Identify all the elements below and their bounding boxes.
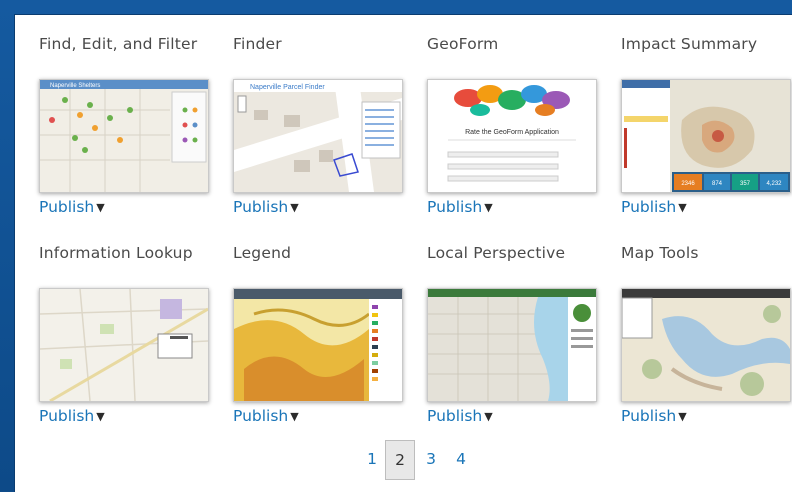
template-thumbnail[interactable] [233,288,403,402]
page-3-link[interactable]: 3 [419,440,443,478]
publish-button[interactable]: Publish ▼ [427,407,493,425]
stat-label: 874 [712,181,723,187]
caret-down-icon: ▼ [96,201,105,214]
shelters-map-thumbnail: Naperville Shelters [40,80,208,192]
template-thumbnail[interactable] [621,288,791,402]
publish-button[interactable]: Publish ▼ [233,198,299,216]
stat-label: 357 [740,181,751,187]
map-tools-trails-thumbnail [622,289,790,401]
publish-button[interactable]: Publish ▼ [39,198,105,216]
geoform-thumbnail: Rate the GeoForm Application [428,80,596,192]
template-title: Map Tools [621,244,699,262]
page-2-current[interactable]: 2 [385,440,415,480]
pagination: 1 2 3 4 [15,440,792,480]
legend-soil-map-thumbnail [234,289,402,401]
information-lookup-map-thumbnail [40,289,208,401]
template-thumbnail[interactable] [427,288,597,402]
template-thumbnail[interactable]: 2346 874 357 4,232 [621,79,791,193]
stat-label: 2346 [681,181,695,187]
page-1-link[interactable]: 1 [360,440,384,478]
app-frame: Find, Edit, and Filter Naperville Shelte… [0,0,792,492]
template-thumbnail[interactable]: Naperville Shelters [39,79,209,193]
template-title: Local Perspective [427,244,566,262]
caret-down-icon: ▼ [484,410,493,423]
template-thumbnail[interactable]: Naperville Parcel Finder [233,79,403,193]
template-thumbnail[interactable]: Rate the GeoForm Application [427,79,597,193]
page-4-link[interactable]: 4 [449,440,473,478]
caret-down-icon: ▼ [290,201,299,214]
thumb-title: Rate the GeoForm Application [465,129,559,136]
template-thumbnail[interactable] [39,288,209,402]
caret-down-icon: ▼ [678,201,687,214]
thumb-title: Naperville Shelters [50,83,100,89]
template-title: Finder [233,35,282,53]
parcel-finder-map-thumbnail: Naperville Parcel Finder [234,80,402,192]
thumb-title: Naperville Parcel Finder [250,84,325,91]
local-perspective-map-thumbnail [428,289,596,401]
caret-down-icon: ▼ [96,410,105,423]
publish-button[interactable]: Publish ▼ [233,407,299,425]
caret-down-icon: ▼ [678,410,687,423]
template-gallery: Find, Edit, and Filter Naperville Shelte… [14,14,792,492]
publish-button[interactable]: Publish ▼ [39,407,105,425]
caret-down-icon: ▼ [290,410,299,423]
publish-button[interactable]: Publish ▼ [621,407,687,425]
stat-label: 4,232 [766,181,782,187]
template-title: Find, Edit, and Filter [39,35,198,53]
publish-button[interactable]: Publish ▼ [621,198,687,216]
template-title: Information Lookup [39,244,193,262]
caret-down-icon: ▼ [484,201,493,214]
publish-button[interactable]: Publish ▼ [427,198,493,216]
template-title: Impact Summary [621,35,758,53]
template-title: GeoForm [427,35,499,53]
template-title: Legend [233,244,292,262]
impact-summary-map-thumbnail: 2346 874 357 4,232 [622,80,790,192]
